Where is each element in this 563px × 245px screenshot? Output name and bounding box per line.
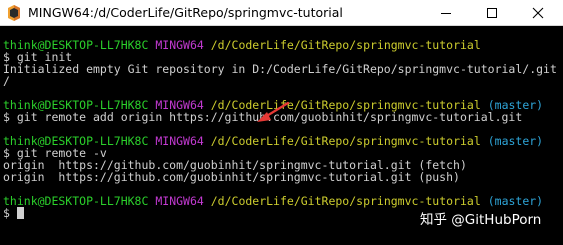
prompt-system: MINGW64 [155, 194, 204, 208]
output-line: / [3, 74, 10, 88]
text-cursor [16, 207, 24, 219]
annotation-arrow-icon [257, 101, 290, 122]
maximize-button[interactable] [469, 0, 515, 25]
prompt-line: think@DESKTOP-LL7HK8C MINGW64 /d/CoderLi… [3, 195, 543, 207]
prompt-branch: (master) [487, 134, 544, 148]
prompt-user: think@DESKTOP-LL7HK8C [3, 194, 149, 208]
prompt-branch: (master) [487, 194, 544, 208]
prompt-path: /d/CoderLife/GitRepo/springmvc-tutorial [210, 134, 481, 148]
prompt-path: /d/CoderLife/GitRepo/springmvc-tutorial [210, 38, 481, 52]
output-line: origin https://github.com/guobinhit/spri… [3, 170, 460, 184]
minimize-icon [441, 13, 451, 14]
close-icon [532, 7, 544, 19]
prompt-symbol: $ [3, 206, 17, 220]
prompt-path: /d/CoderLife/GitRepo/springmvc-tutorial [210, 194, 481, 208]
close-button[interactable] [515, 0, 561, 25]
output-line: Initialized empty Git repository in D:/C… [3, 62, 557, 76]
maximize-icon [487, 8, 497, 18]
prompt-system: MINGW64 [155, 134, 204, 148]
window-titlebar[interactable]: MINGW64:/d/CoderLife/GitRepo/springmvc-t… [0, 0, 563, 26]
prompt-line: think@DESKTOP-LL7HK8C MINGW64 /d/CoderLi… [3, 39, 481, 51]
window-title: MINGW64:/d/CoderLife/GitRepo/springmvc-t… [28, 5, 343, 20]
command-line[interactable]: $ [3, 207, 24, 219]
mingw-app-icon[interactable] [6, 5, 22, 21]
minimize-button[interactable] [423, 0, 469, 25]
prompt-system: MINGW64 [155, 38, 204, 52]
zhihu-watermark: 知乎 @GitHubPorn [420, 212, 542, 228]
